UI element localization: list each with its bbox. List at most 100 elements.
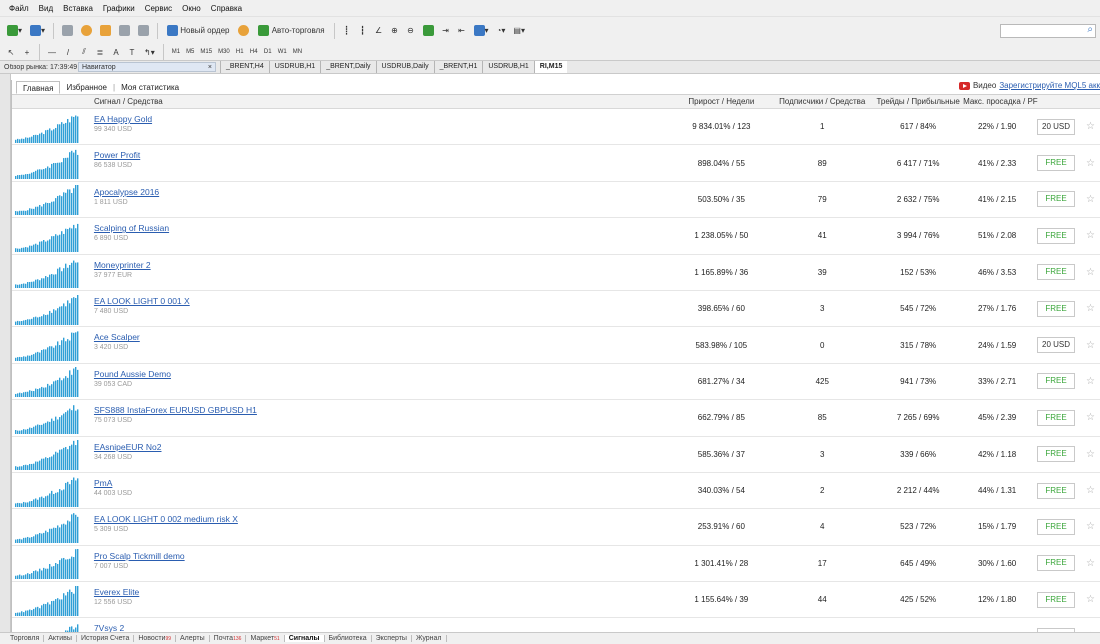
register-link[interactable]: Зарегистрируйте MQL5 акк — [999, 81, 1100, 90]
metaeditor-icon[interactable] — [235, 23, 252, 39]
signal-row[interactable]: EA LOOK LIGHT 0 002 medium risk X 5 309 U… — [12, 509, 1100, 546]
bar-chart-icon[interactable]: ┋ — [340, 23, 354, 39]
terminal-tab[interactable]: Эксперты — [372, 635, 412, 642]
favorite-star-icon[interactable]: ☆ — [1086, 376, 1095, 387]
chart-tab[interactable]: _BRENT,H1 — [433, 61, 483, 73]
timeframe-button[interactable]: M15 — [197, 44, 215, 60]
subscribe-price-button[interactable]: FREE — [1037, 446, 1076, 463]
timeframe-button[interactable]: M30 — [215, 44, 233, 60]
close-icon[interactable]: × — [208, 63, 212, 72]
new-order-button[interactable]: Новый ордер — [163, 23, 233, 39]
subscribe-price-button[interactable]: FREE — [1037, 300, 1076, 317]
favorite-star-icon[interactable]: ☆ — [1086, 303, 1095, 314]
favorite-star-icon[interactable]: ☆ — [1086, 594, 1095, 605]
signal-name-link[interactable]: Ace Scalper — [94, 332, 671, 342]
subscribe-price-button[interactable]: FREE — [1037, 264, 1076, 281]
tab-main[interactable]: Главная — [16, 80, 61, 94]
subscribe-price-button[interactable]: FREE — [1037, 482, 1076, 499]
tab-my-stats[interactable]: Моя статистика — [115, 81, 185, 94]
arrows-icon[interactable]: ↰▾ — [141, 44, 158, 60]
signal-name-link[interactable]: EA LOOK LIGHT 0 001 X — [94, 296, 671, 306]
favorite-star-icon[interactable]: ☆ — [1086, 412, 1095, 423]
new-chart-icon[interactable]: ▾ — [4, 23, 25, 39]
data-window-icon[interactable] — [78, 23, 95, 39]
signal-row[interactable]: Pound Aussie Demo 39 053 CAD 681.27% / 34 4… — [12, 364, 1100, 401]
timeframe-button[interactable]: M5 — [183, 44, 197, 60]
trendline-icon[interactable]: / — [61, 44, 75, 60]
tab-favorites[interactable]: Избранное — [60, 81, 113, 94]
signal-row[interactable]: EAsnipeEUR No2 34 268 USD 585.36% / 37 3 339… — [12, 437, 1100, 473]
zoom-in-icon[interactable]: ⊕ — [388, 23, 402, 39]
favorite-star-icon[interactable]: ☆ — [1086, 230, 1095, 241]
line-chart-icon[interactable]: ∠ — [372, 23, 386, 39]
signal-name-link[interactable]: Scalping of Russian — [94, 223, 671, 233]
menu-item[interactable]: Окно — [177, 4, 206, 13]
terminal-tab[interactable]: Алерты — [176, 635, 210, 642]
signal-row[interactable]: EA Happy Gold 99 340 USD 9 834.01% / 123 1 6… — [12, 109, 1100, 146]
menu-item[interactable]: Графики — [98, 4, 140, 13]
menu-item[interactable]: Справка — [206, 4, 247, 13]
channel-icon[interactable]: ⫽ — [77, 44, 91, 60]
subscribe-price-button[interactable]: FREE — [1037, 591, 1076, 608]
col-subscribers[interactable]: Подписчики / Средства — [771, 97, 873, 106]
signal-name-link[interactable]: EA Happy Gold — [94, 114, 671, 124]
timeframe-button[interactable]: MN — [290, 44, 305, 60]
subscribe-price-button[interactable]: FREE — [1037, 191, 1076, 208]
chart-tab[interactable]: _BRENT,H4 — [220, 61, 269, 73]
signal-row[interactable]: Moneyprinter 2 37 977 EUR 1 165.89% / 36 39… — [12, 255, 1100, 291]
signal-name-link[interactable]: Apocalypse 2016 — [94, 187, 671, 197]
subscribe-price-button[interactable]: 20 USD — [1037, 337, 1076, 354]
indicators-icon[interactable]: ▾ — [471, 23, 492, 39]
terminal-tab[interactable]: Почта136 — [210, 635, 247, 642]
favorite-star-icon[interactable]: ☆ — [1086, 158, 1095, 169]
signal-row[interactable]: PmA 44 003 USD 340.03% / 54 2 2 212 / 44% 44%… — [12, 473, 1100, 510]
subscribe-price-button[interactable]: FREE — [1037, 155, 1076, 172]
favorite-star-icon[interactable]: ☆ — [1086, 485, 1095, 496]
menu-item[interactable]: Файл — [4, 4, 34, 13]
signal-name-link[interactable]: PmA — [94, 478, 671, 488]
profiles-icon[interactable]: ▾ — [27, 23, 48, 39]
signal-name-link[interactable]: Moneyprinter 2 — [94, 260, 671, 270]
col-drawdown[interactable]: Макс. просадка / PF — [963, 97, 1038, 106]
search-icon[interactable]: ⌕ — [1087, 24, 1093, 35]
signal-name-link[interactable]: Pound Aussie Demo — [94, 369, 671, 379]
terminal-tab[interactable]: Торговля — [6, 635, 45, 642]
timeframe-button[interactable]: D1 — [261, 44, 275, 60]
favorite-star-icon[interactable]: ☆ — [1086, 449, 1095, 460]
terminal-tab[interactable]: Библиотека — [325, 635, 372, 642]
col-trades[interactable]: Трейды / Прибыльные — [873, 97, 963, 106]
signal-row[interactable]: Scalping of Russian 6 890 USD 1 238.05% / … — [12, 218, 1100, 255]
autotrading-button[interactable]: Авто-торговля — [254, 23, 328, 39]
chart-shift-icon[interactable]: ⇤ — [455, 23, 469, 39]
menu-item[interactable]: Вид — [34, 4, 58, 13]
cursor-icon[interactable]: ↖ — [4, 44, 18, 60]
favorite-star-icon[interactable]: ☆ — [1086, 340, 1095, 351]
fibonacci-icon[interactable]: ≣ — [93, 44, 107, 60]
signal-row[interactable]: Ace Scalper 3 420 USD 583.98% / 105 0 315 / … — [12, 327, 1100, 364]
navigator-icon[interactable] — [97, 23, 114, 39]
signal-name-link[interactable]: EA LOOK LIGHT 0 002 medium risk X — [94, 514, 671, 524]
col-name[interactable]: Сигнал / Средства — [82, 97, 671, 106]
autoscroll-icon[interactable]: ⇥ — [439, 23, 453, 39]
signal-row[interactable]: Power Profit 86 538 USD 898.04% / 55 89 6 41… — [12, 145, 1100, 182]
menu-item[interactable]: Вставка — [58, 4, 98, 13]
search-input[interactable]: ⌕ — [1000, 24, 1096, 38]
timeframe-button[interactable]: M1 — [169, 44, 183, 60]
tile-windows-icon[interactable] — [420, 23, 437, 39]
terminal-tab[interactable]: История Счета — [77, 635, 135, 642]
chart-tab[interactable]: _BRENT,Daily — [320, 61, 375, 73]
signal-row[interactable]: Apocalypse 2016 1 811 USD 503.50% / 35 79 2 … — [12, 182, 1100, 219]
market-watch-icon[interactable] — [59, 23, 76, 39]
tester-icon[interactable] — [135, 23, 152, 39]
timeframe-button[interactable]: W1 — [275, 44, 290, 60]
subscribe-price-button[interactable]: FREE — [1037, 409, 1076, 426]
terminal-tab[interactable]: Новости99 — [134, 635, 177, 642]
terminal-tab[interactable]: Журнал — [412, 635, 447, 642]
signal-row[interactable]: Everex Elite 12 556 USD 1 155.64% / 39 44 42… — [12, 582, 1100, 619]
subscribe-price-button[interactable]: 20 USD — [1037, 118, 1076, 135]
favorite-star-icon[interactable]: ☆ — [1086, 267, 1095, 278]
signal-name-link[interactable]: SFS888 InstaForex EURUSD GBPUSD H1 — [94, 405, 671, 415]
favorite-star-icon[interactable]: ☆ — [1086, 121, 1095, 132]
menu-item[interactable]: Сервис — [140, 4, 177, 13]
subscribe-price-button[interactable]: FREE — [1037, 555, 1076, 572]
